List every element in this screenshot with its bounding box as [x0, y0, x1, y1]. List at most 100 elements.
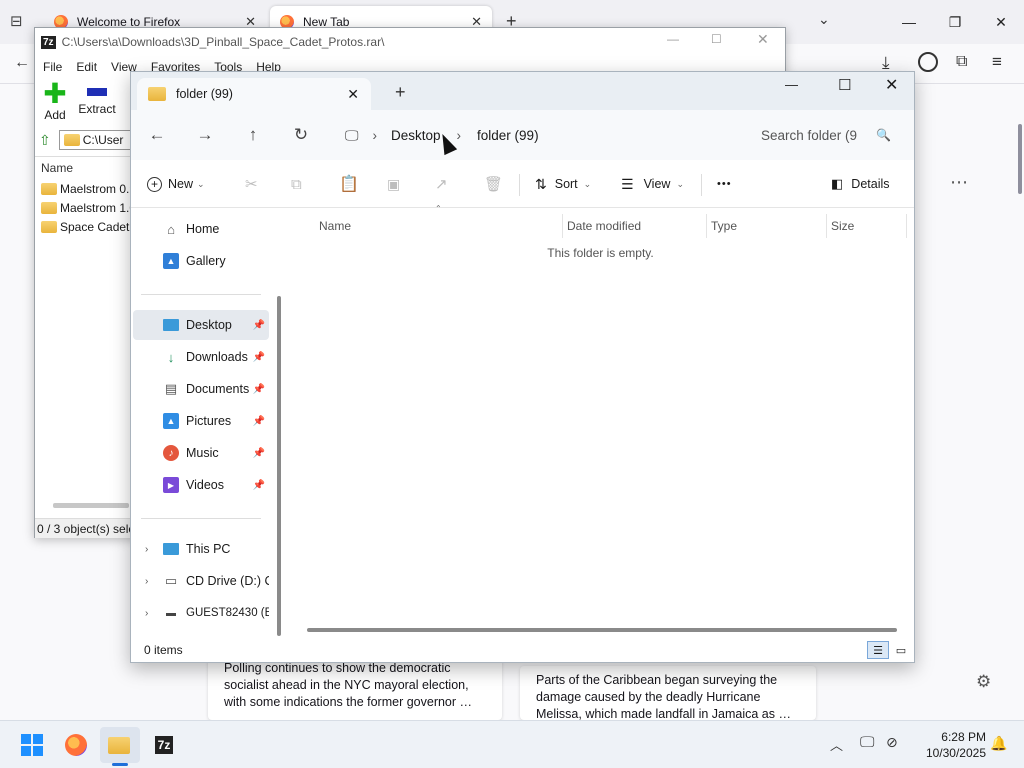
- share-icon[interactable]: ↗: [435, 168, 448, 200]
- news-card[interactable]: Polling continues to show the democratic…: [208, 654, 502, 720]
- chevron-right-icon[interactable]: ›: [145, 576, 148, 587]
- extract-button[interactable]: Extract: [73, 80, 121, 124]
- drive-icon: ▬: [166, 607, 176, 619]
- forward-icon[interactable]: →: [189, 119, 221, 151]
- pin-icon: 📌: [252, 351, 265, 363]
- divider: [141, 518, 261, 519]
- horizontal-scrollbar[interactable]: [307, 628, 897, 632]
- close-window-icon[interactable]: ✕: [757, 31, 769, 48]
- divider: [701, 174, 702, 196]
- new-tab-icon[interactable]: +: [395, 82, 406, 103]
- details-view-icon[interactable]: ☰: [867, 641, 889, 659]
- maximize-icon[interactable]: ☐: [838, 76, 851, 94]
- more-options-icon[interactable]: ⋯: [950, 172, 968, 193]
- nav-item-documents[interactable]: ▤ Documents 📌: [133, 374, 269, 404]
- address-field[interactable]: C:\User: [58, 130, 139, 150]
- nav-item-home[interactable]: ⌂ Home: [133, 214, 269, 244]
- sort-ascending-icon: ⌃: [435, 204, 442, 213]
- account-icon[interactable]: [918, 52, 938, 72]
- horizontal-scrollbar[interactable]: [53, 503, 129, 508]
- nav-item-pictures[interactable]: ▲ Pictures 📌: [133, 406, 269, 436]
- nav-item-music[interactable]: ♪ Music 📌: [133, 438, 269, 468]
- menu-edit[interactable]: Edit: [76, 60, 97, 74]
- pin-icon: 📌: [252, 479, 265, 491]
- volume-muted-icon[interactable]: ⊘: [886, 734, 898, 751]
- news-card-text: Parts of the Caribbean began surveying t…: [536, 673, 791, 720]
- up-icon[interactable]: ↑: [237, 119, 269, 151]
- view-button[interactable]: ☰ View ⌄: [621, 168, 684, 200]
- taskbar-firefox[interactable]: [56, 727, 96, 763]
- minimize-icon[interactable]: —: [886, 2, 932, 42]
- new-button[interactable]: + New ⌄: [147, 168, 205, 200]
- add-label: Add: [44, 108, 66, 122]
- scrollbar[interactable]: [1018, 124, 1022, 194]
- new-label: New: [168, 177, 194, 191]
- search-input[interactable]: Search folder (9 🔍: [745, 119, 903, 151]
- nav-item-usb-drive[interactable]: › ▬ GUEST82430 (E:): [133, 598, 269, 628]
- more-icon[interactable]: •••: [717, 168, 732, 200]
- column-header-name[interactable]: Name: [311, 214, 563, 238]
- maximize-icon[interactable]: ☐: [711, 32, 722, 46]
- nav-label: GUEST82430 (E:): [186, 607, 269, 619]
- refresh-icon[interactable]: ↻: [285, 119, 317, 151]
- taskbar-7zip[interactable]: 7z: [144, 727, 184, 763]
- sort-button[interactable]: ⇅ Sort ⌄: [535, 168, 591, 200]
- back-icon[interactable]: ←: [14, 54, 30, 72]
- nav-scrollbar[interactable]: [277, 296, 281, 636]
- menu-icon[interactable]: ≡: [992, 52, 1002, 72]
- nav-item-desktop[interactable]: Desktop 📌: [133, 310, 269, 340]
- nav-item-videos[interactable]: ▶ Videos 📌: [133, 470, 269, 500]
- nav-item-gallery[interactable]: ▲ Gallery: [133, 246, 269, 276]
- close-window-icon[interactable]: ✕: [978, 2, 1024, 42]
- folder-icon: [63, 134, 80, 146]
- file-explorer-icon: [107, 736, 130, 754]
- chevron-up-icon[interactable]: ︿: [830, 735, 843, 754]
- divider: [519, 174, 520, 196]
- column-header-date[interactable]: Date modified: [559, 214, 707, 238]
- maximize-icon[interactable]: ❐: [932, 2, 978, 42]
- minimize-icon[interactable]: —: [667, 32, 679, 46]
- chevron-down-icon[interactable]: ⌄: [818, 11, 830, 28]
- copy-icon[interactable]: ⧉: [291, 168, 302, 200]
- close-tab-icon[interactable]: ✕: [347, 86, 359, 103]
- extensions-icon[interactable]: ⧉: [956, 53, 967, 71]
- nav-item-downloads[interactable]: ↓ Downloads 📌: [133, 342, 269, 372]
- nav-item-this-pc[interactable]: › This PC: [133, 534, 269, 564]
- add-button[interactable]: ✚ Add: [31, 80, 79, 124]
- settings-gear-icon[interactable]: ⚙: [976, 672, 991, 692]
- up-folder-icon[interactable]: ⇧: [39, 132, 51, 149]
- minimize-icon[interactable]: —: [785, 77, 798, 92]
- extract-icon: [87, 88, 107, 96]
- chevron-right-icon[interactable]: ›: [145, 544, 148, 555]
- notification-icon[interactable]: 🔔: [990, 735, 1007, 752]
- column-header-size[interactable]: Size: [823, 214, 907, 238]
- start-button[interactable]: [12, 727, 52, 763]
- column-header-type[interactable]: Type: [703, 214, 827, 238]
- breadcrumb-current[interactable]: folder (99): [477, 128, 539, 143]
- delete-icon[interactable]: 🗑: [484, 168, 503, 200]
- tiles-view-icon[interactable]: ▭: [893, 641, 909, 659]
- address-bar[interactable]: 🖵 › Desktop › folder (99): [335, 119, 721, 151]
- breadcrumb-desktop[interactable]: Desktop: [391, 128, 441, 143]
- nav-label: Pictures: [186, 414, 232, 428]
- back-icon[interactable]: ←: [141, 119, 173, 151]
- paste-icon[interactable]: 📋: [339, 168, 359, 200]
- rename-icon[interactable]: ▣: [387, 168, 400, 200]
- chevron-right-icon[interactable]: ›: [145, 608, 148, 619]
- close-window-icon[interactable]: ✕: [885, 75, 898, 95]
- nav-item-cd-drive[interactable]: › ▭ CD Drive (D:) CC: [133, 566, 269, 596]
- taskbar-file-explorer[interactable]: [100, 727, 140, 763]
- pc-icon: [163, 543, 179, 555]
- tab-list-icon[interactable]: ⊟: [10, 12, 30, 32]
- news-card[interactable]: Parts of the Caribbean began surveying t…: [520, 666, 816, 720]
- cut-icon[interactable]: ✂: [245, 168, 258, 200]
- folder-icon: [41, 182, 57, 195]
- network-icon[interactable]: 🖵: [860, 734, 874, 751]
- explorer-tab[interactable]: folder (99) ✕: [137, 78, 371, 110]
- chevron-right-icon: ›: [456, 127, 462, 143]
- details-button[interactable]: ◧ Details: [831, 168, 890, 200]
- clock[interactable]: 6:28 PM 10/30/2025: [916, 729, 986, 761]
- downloads-icon[interactable]: ⤓: [882, 53, 890, 73]
- chevron-right-icon: ›: [372, 127, 378, 143]
- menu-file[interactable]: File: [43, 60, 62, 74]
